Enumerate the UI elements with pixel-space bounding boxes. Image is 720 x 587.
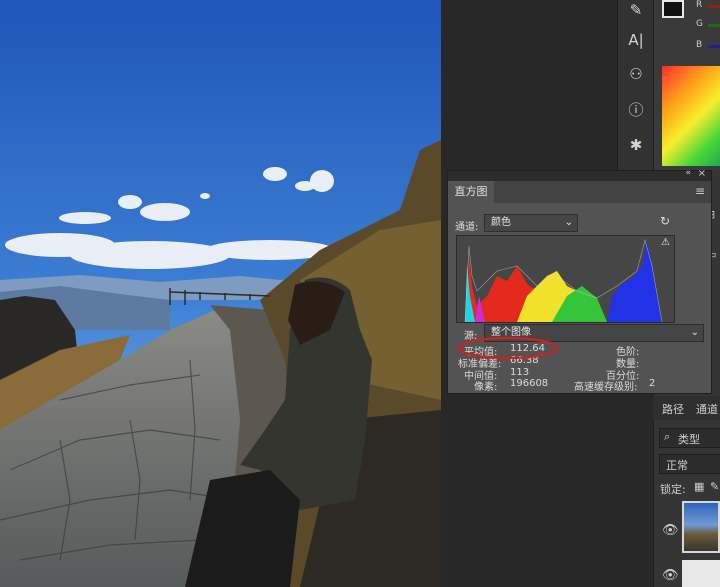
- channel-label-g: G: [696, 19, 703, 29]
- channel-select[interactable]: 颜色 ⌄: [484, 214, 578, 232]
- histogram-chart: [464, 238, 663, 323]
- panel-tool-strip: ✎ A| ⚇ ⓘ ✱: [617, 0, 654, 170]
- stat-cache-label: 高速缓存级别:: [574, 382, 638, 393]
- collapse-icon[interactable]: «: [685, 168, 691, 178]
- channel-label-r: R: [696, 0, 703, 10]
- panel-menu-icon[interactable]: ≡: [695, 184, 705, 198]
- stat-median-value: 113: [510, 367, 530, 378]
- canvas-photo: [0, 0, 441, 587]
- refresh-icon[interactable]: ↻: [660, 214, 670, 228]
- channel-value: 颜色: [491, 217, 511, 228]
- slider-g[interactable]: [708, 24, 720, 27]
- info-icon[interactable]: ⓘ: [618, 95, 654, 125]
- visibility-eye-icon-2[interactable]: 👁: [662, 568, 679, 583]
- histogram-panel: « × ≡ 直方图 通道: 颜色 ⌄ ↻ ⚠ 源: 整个图像 ⌄ 平均值: 11…: [447, 168, 712, 394]
- text-icon[interactable]: A|: [618, 25, 654, 55]
- color-spectrum[interactable]: [662, 66, 720, 166]
- blend-mode-select[interactable]: 正常: [659, 454, 720, 474]
- layers-tabbar: 路径 通道: [653, 396, 720, 420]
- stat-pixels-label: 像素:: [474, 382, 498, 393]
- channel-label: 通道:: [455, 222, 479, 233]
- close-icon[interactable]: ×: [698, 168, 706, 179]
- channel-label-b: B: [696, 40, 703, 50]
- blend-mode-value: 正常: [666, 459, 688, 472]
- color-panel: R G B: [653, 0, 720, 170]
- stat-cache-value: 2: [649, 378, 656, 389]
- search-icon: ⌕: [664, 430, 671, 443]
- tab-paths[interactable]: 路径: [662, 401, 684, 417]
- tab-histogram[interactable]: 直方图: [448, 181, 494, 203]
- layer-filter-label: 类型: [678, 433, 700, 446]
- tab-channels[interactable]: 通道: [696, 401, 718, 417]
- warning-icon[interactable]: ⚠: [661, 237, 670, 248]
- histogram-graph: [456, 235, 675, 323]
- lock-brush-icon[interactable]: ✎: [710, 480, 719, 493]
- lock-label: 锁定:: [660, 483, 686, 496]
- highlight-ellipse: [457, 336, 559, 360]
- lock-pixels-icon[interactable]: ▦: [694, 480, 704, 493]
- layer-thumbnail-2[interactable]: [682, 560, 720, 587]
- stamp-icon[interactable]: ⚇: [618, 59, 654, 89]
- chevron-down-icon: ⌄: [564, 217, 573, 228]
- compass-icon[interactable]: ✱: [618, 130, 654, 160]
- slider-r[interactable]: [708, 5, 720, 8]
- brush-icon[interactable]: ✎: [618, 0, 654, 25]
- layer-thumbnail[interactable]: [682, 501, 720, 553]
- stat-pixels-value: 196608: [510, 378, 549, 389]
- histogram-blue: [607, 241, 662, 322]
- visibility-eye-icon[interactable]: 👁: [662, 523, 679, 538]
- panel-titlebar: « ×: [448, 168, 711, 181]
- chevron-down-icon: ⌄: [690, 327, 699, 338]
- layer-search[interactable]: ⌕ 类型: [659, 428, 720, 448]
- slider-b[interactable]: [708, 45, 720, 48]
- foreground-swatch[interactable]: [662, 0, 684, 18]
